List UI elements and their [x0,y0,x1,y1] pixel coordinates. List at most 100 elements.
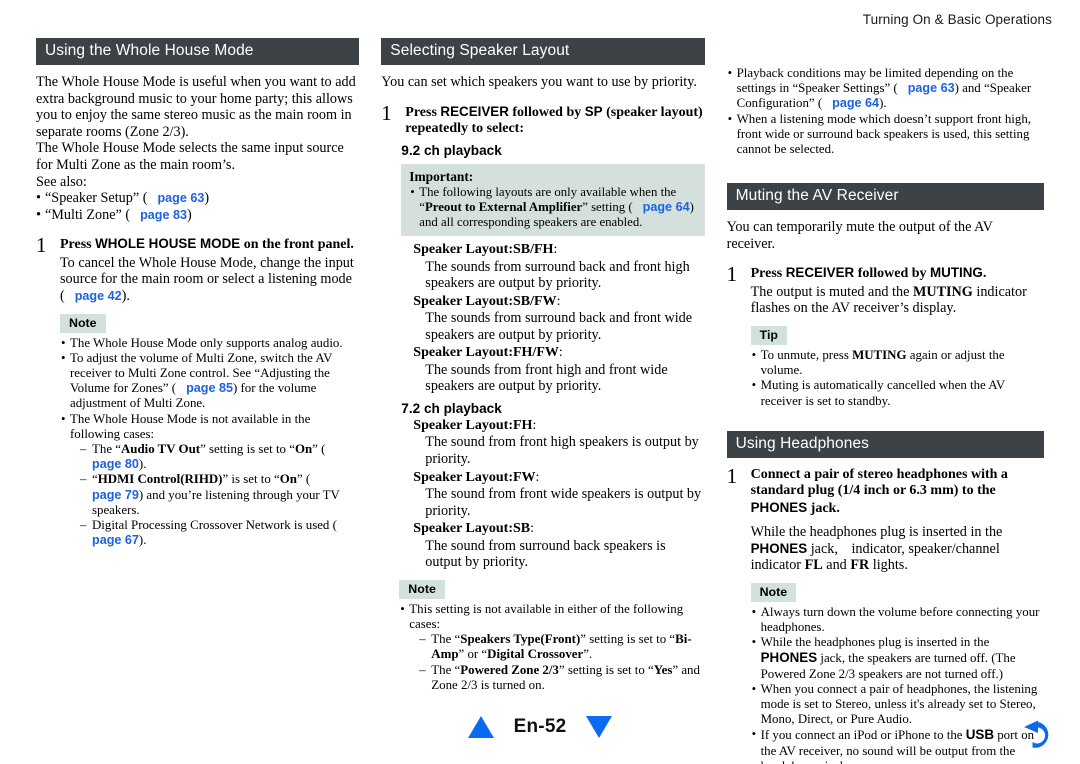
list-item: The following layouts are only available… [409,185,696,230]
sub-text-mid: ” is set to “ [222,472,280,487]
step-body-text: The output is muted and the MUTING indic… [751,284,1044,317]
step-muting: 1 Press RECEIVER followed by MUTING. The… [727,264,1044,409]
setting-name: Audio TV Out [121,441,201,456]
important-box: Important: The following layouts are onl… [401,164,705,237]
page-link[interactable]: page 63 [157,191,204,205]
step-heading-pre: Press [60,237,96,253]
layout-colon: : [530,521,535,537]
tip-list: To unmute, press MUTING again or adjust … [751,348,1044,409]
list-item: The “Speakers Type(Front)” setting is se… [419,632,704,662]
page-link[interactable]: page 80 [92,457,139,471]
list-item: The Whole House Mode only supports analo… [60,336,359,351]
list-item: Always turn down the volume before conne… [751,605,1044,635]
page-link[interactable]: page 85 [186,381,233,395]
step-body-text: While the headphones plug is inserted in… [751,524,1044,574]
section-header-whole-house-mode: Using the Whole House Mode [36,38,360,65]
column-middle: Selecting Speaker Layout You can set whi… [381,38,705,764]
note-list: The Whole House Mode only supports analo… [60,336,359,549]
note-badge: Note [60,313,106,333]
sub-text-mid: ” setting is set to “ [558,662,654,677]
tip-text: Muting is automatically cancelled when t… [760,378,1005,408]
sub-text-mid: ” setting is set to “ [580,632,676,647]
setting-value: Yes [653,662,673,677]
note-list: This setting is not available in either … [399,602,704,693]
see-also-list: “Speaker Setup” (page 63) “Multi Zone” (… [36,190,359,223]
running-head: Turning On & Basic Operations [862,12,1052,27]
step-text-mid3: and [822,557,851,574]
list-item: The Whole House Mode is not available in… [60,412,359,549]
page-link[interactable]: page 42 [75,289,122,303]
step-heading-post: . [982,266,987,282]
step-heading: Press RECEIVER followed by MUTING. [751,265,1044,282]
page-link[interactable]: page 63 [908,81,955,95]
list-item: Digital Processing Crossover Network is … [80,518,359,548]
sub-text: Digital Processing Crossover Network is … [92,517,337,532]
layout-entry: Speaker Layout:SB/FW: The sounds from su… [413,294,704,344]
step-whole-house-mode: 1 Press WHOLE HOUSE MODE on the front pa… [36,233,359,549]
column-left: Using the Whole House Mode The Whole Hou… [36,38,360,764]
list-item: The “Audio TV Out” setting is set to “On… [80,442,359,472]
triangle-down-icon[interactable] [586,716,613,738]
step-text-post: lights. [869,557,908,574]
page-link[interactable]: page 64 [832,96,879,110]
layout-name: Speaker Layout:FW: [413,470,704,486]
note-badge: Note [399,579,445,599]
list-item: Muting is automatically cancelled when t… [751,378,1044,408]
setting-value: On [279,472,297,487]
page-link[interactable]: page 79 [92,488,139,502]
note-block-speaker-layout: Note This setting is not available in ei… [399,571,704,693]
layout-label: Speaker Layout:FW [413,469,536,485]
page-link[interactable]: page 83 [140,208,187,222]
layout-description: The sounds from front high and front wid… [425,361,668,395]
sub-text-mid2: ” ( [312,441,326,456]
step-text-mid: jack, [807,540,838,557]
layout-colon: : [535,469,540,485]
muting-intro: You can temporarily mute the output of t… [726,219,993,252]
step-select-speaker-layout: 1 Press RECEIVER followed by SP (speaker… [381,102,704,138]
layout-label: Speaker Layout:SB [413,521,531,537]
setting-name: Preout to External Amplifier [424,200,583,214]
sub-text-mid2: ” or “ [458,647,488,662]
sub-text: The “ [431,662,461,677]
list-item: To unmute, press MUTING again or adjust … [751,348,1044,378]
step-text-pre: The output is muted and the [750,283,913,300]
button-name-whole-house-mode: WHOLE HOUSE MODE [95,236,241,252]
setting-value: On [294,441,313,456]
layout-description: The sound from surround back speakers is… [425,537,666,571]
sub-text: The “ [431,632,461,647]
list-item: Playback conditions may be limited depen… [727,66,1044,112]
see-also-post: ) [204,190,210,207]
button-name-receiver: RECEIVER [440,103,509,119]
jack-name-phones: PHONES [760,650,818,666]
note-text: The Whole House Mode only supports analo… [70,335,343,350]
layout-colon: : [532,417,537,433]
page-columns: Using the Whole House Mode The Whole Hou… [36,38,1045,764]
button-name-receiver: RECEIVER [785,265,855,281]
button-name-sp: SP [584,103,603,119]
see-also-label: See also: [36,173,87,190]
layout-name: Speaker Layout:SB: [413,521,704,537]
sub-text: The “ [92,441,121,456]
page-link[interactable]: page 64 [643,200,690,214]
layout-label: Speaker Layout:FH [413,417,533,433]
step-number: 1 [36,233,47,258]
continued-note-list: Playback conditions may be limited depen… [727,66,1044,157]
speaker-layouts-7-2: Speaker Layout:FH: The sound from front … [381,418,704,571]
page-number: En-52 [513,716,567,737]
setting-name: Speakers Type(Front) [460,632,581,647]
layout-entry: Speaker Layout:SB: The sound from surrou… [413,521,704,571]
step-heading-post: jack. [807,500,840,516]
heading-7-2-ch-playback: 7.2 ch playback [401,400,502,416]
note-text: Always turn down the volume before conne… [760,604,1040,635]
triangle-up-icon[interactable] [467,716,494,738]
tip-text: To unmute, press [760,348,853,362]
layout-label: Speaker Layout:FH/FW [413,345,559,361]
layout-colon: : [556,293,561,309]
indicator-name-muting: MUTING [912,283,973,300]
layout-description: The sounds from surround back and front … [425,258,690,292]
page-link[interactable]: page 67 [92,533,139,547]
list-item: “Speaker Setup” (page 63) [36,190,359,207]
layout-colon: : [558,345,563,361]
setting-name: HDMI Control(RIHD) [97,472,223,487]
back-arrow-icon[interactable] [1016,712,1060,757]
